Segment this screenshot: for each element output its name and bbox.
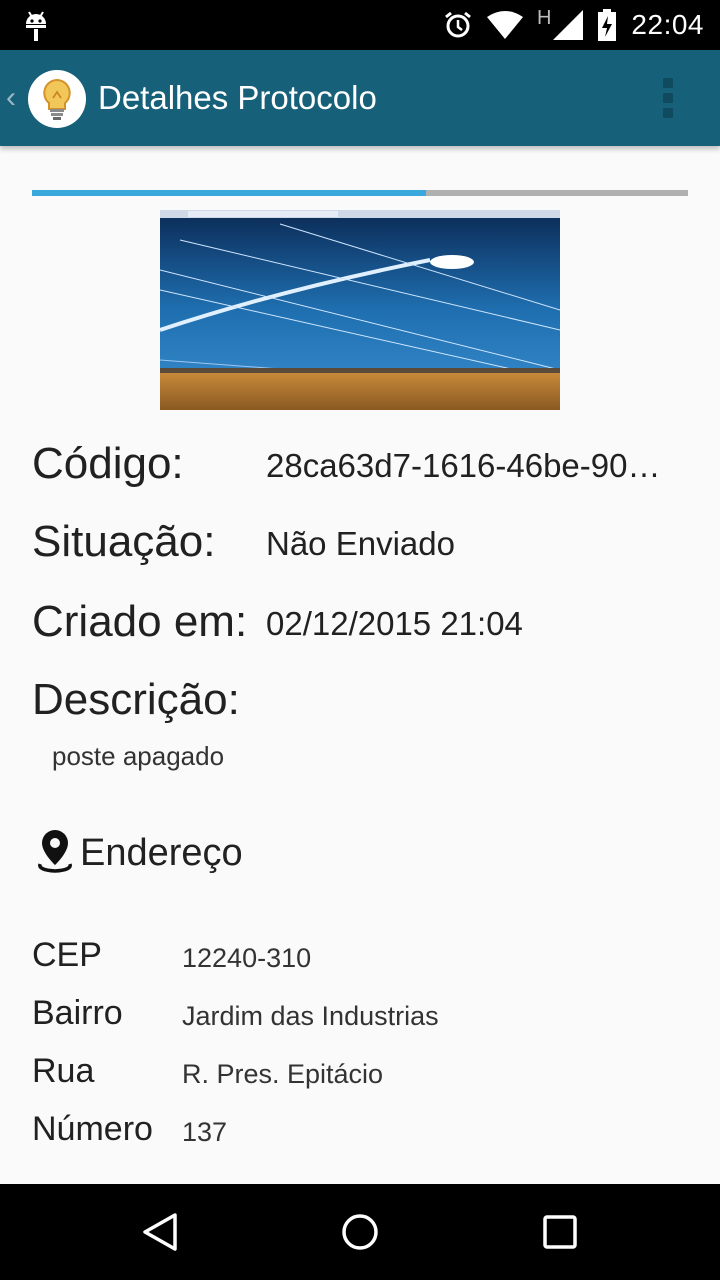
wifi-icon: [486, 11, 523, 39]
codigo-value: 28ca63d7-1616-46be-90…: [266, 447, 661, 484]
endereco-header: Endereço: [36, 828, 243, 878]
clock-time: 22:04: [631, 9, 704, 40]
upload-progress-bar: [32, 190, 688, 196]
criado-value: 02/12/2015 21:04: [266, 605, 523, 642]
descricao-label: Descrição:: [32, 675, 240, 724]
numero-value: 137: [182, 1117, 228, 1147]
overflow-menu-icon[interactable]: [660, 78, 676, 118]
endereco-title: Endereço: [80, 832, 243, 874]
numero-label: Número: [32, 1110, 153, 1148]
bairro-label: Bairro: [32, 994, 123, 1032]
cep-label: CEP: [32, 936, 102, 974]
rua-label: Rua: [32, 1052, 95, 1090]
situacao-value: Não Enviado: [266, 525, 455, 562]
android-debug-icon: [22, 8, 50, 42]
alarm-icon: [443, 10, 473, 40]
nav-home-icon[interactable]: [340, 1212, 380, 1252]
system-nav-bar: [0, 1184, 720, 1280]
page-title: Detalhes Protocolo: [98, 79, 377, 116]
descricao-value: poste apagado: [52, 741, 225, 771]
lightbulb-logo-icon[interactable]: [28, 70, 86, 128]
back-chevron-icon[interactable]: ‹: [6, 80, 16, 116]
bairro-value: Jardim das Industrias: [182, 1001, 439, 1031]
codigo-label: Código:: [32, 439, 184, 488]
cep-value: 12240-310: [182, 943, 312, 973]
situacao-label: Situação:: [32, 517, 216, 566]
nav-recents-icon[interactable]: [540, 1212, 580, 1252]
cell-signal-icon: [553, 10, 584, 40]
street-light-photo[interactable]: [160, 210, 560, 410]
battery-charging-icon: [597, 9, 617, 41]
network-type-label: H: [536, 6, 552, 29]
rua-value: R. Pres. Epitácio: [182, 1059, 384, 1089]
nav-back-icon[interactable]: [140, 1212, 180, 1252]
location-pin-icon: [36, 828, 74, 879]
status-bar: H 22:04: [0, 0, 720, 50]
upload-progress-fill: [32, 190, 426, 196]
criado-label: Criado em:: [32, 597, 248, 646]
app-bar: ‹ Detalhes Protocolo: [0, 50, 720, 146]
